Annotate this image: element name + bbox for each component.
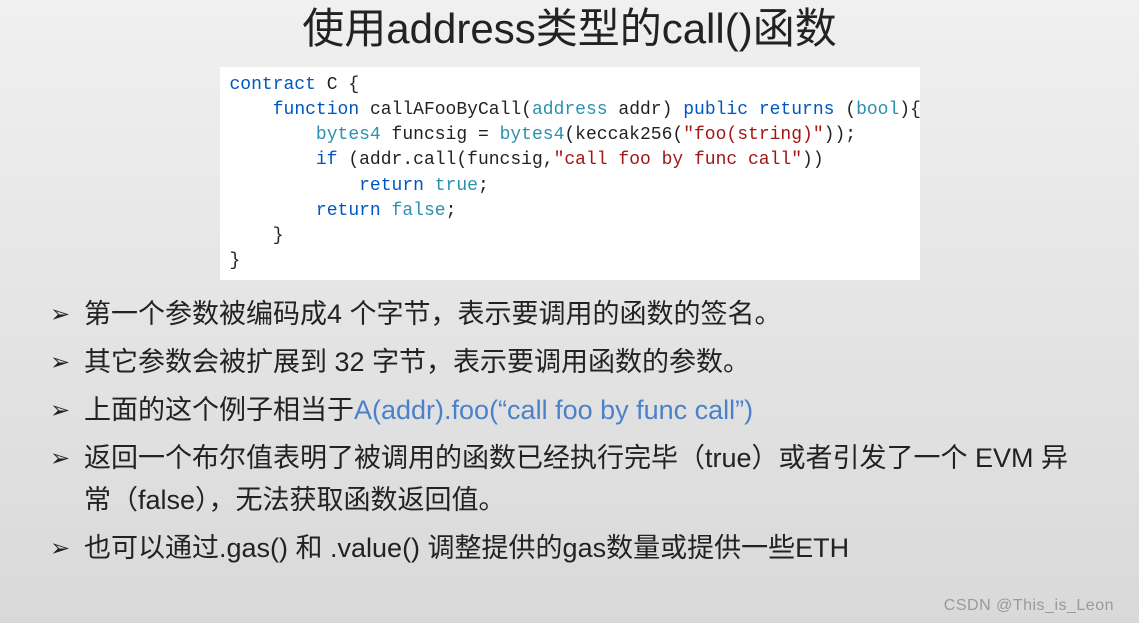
code-text: addr) — [608, 100, 684, 120]
code-text: } — [230, 251, 241, 271]
code-text: ; — [446, 201, 457, 221]
string-literal: "call foo by func call" — [554, 150, 802, 170]
bullet-item: ➢ 返回一个布尔值表明了被调用的函数已经执行完毕（true）或者引发了一个 EV… — [50, 438, 1089, 522]
string-literal: "foo(string)" — [683, 125, 823, 145]
bullet-marker-icon: ➢ — [50, 438, 84, 477]
type-bool: bool — [856, 100, 899, 120]
bullet-item: ➢ 其它参数会被扩展到 32 字节，表示要调用函数的参数。 — [50, 342, 1089, 384]
code-text: ; — [478, 176, 489, 196]
kw-return: return — [359, 176, 424, 196]
bullet-list: ➢ 第一个参数被编码成4 个字节，表示要调用的函数的签名。 ➢ 其它参数会被扩展… — [40, 294, 1099, 569]
bullet-text: 其它参数会被扩展到 32 字节，表示要调用函数的参数。 — [84, 342, 1089, 384]
bullet-text: 上面的这个例子相当于A(addr).foo(“call foo by func … — [84, 390, 1089, 432]
code-text: (keccak256( — [564, 125, 683, 145]
inline-code: A(addr).foo(“call foo by func call”) — [354, 395, 753, 425]
code-text: (addr.call(funcsig, — [338, 150, 554, 170]
bullet-text-prefix: 上面的这个例子相当于 — [84, 395, 354, 425]
type-bytes4: bytes4 — [500, 125, 565, 145]
bullet-marker-icon: ➢ — [50, 342, 84, 381]
code-text: } — [230, 226, 284, 246]
val-true: true — [435, 176, 478, 196]
bullet-text: 返回一个布尔值表明了被调用的函数已经执行完毕（true）或者引发了一个 EVM … — [84, 438, 1089, 522]
kw-if: if — [316, 150, 338, 170]
slide-title: 使用address类型的call()函数 — [40, 0, 1099, 59]
kw-returns: returns — [748, 100, 845, 120]
kw-return: return — [316, 201, 381, 221]
code-text: )); — [824, 125, 856, 145]
bullet-marker-icon: ➢ — [50, 390, 84, 429]
code-snippet: contract C { function callAFooByCall(add… — [220, 67, 920, 281]
bullet-marker-icon: ➢ — [50, 294, 84, 333]
bullet-item: ➢ 第一个参数被编码成4 个字节，表示要调用的函数的签名。 — [50, 294, 1089, 336]
kw-public: public — [683, 100, 748, 120]
code-text — [424, 176, 435, 196]
kw-contract: contract — [230, 75, 316, 95]
code-text: callAFooByCall( — [359, 100, 532, 120]
code-text: )) — [802, 150, 824, 170]
type-address: address — [532, 100, 608, 120]
kw-function: function — [273, 100, 359, 120]
bullet-item: ➢ 上面的这个例子相当于A(addr).foo(“call foo by fun… — [50, 390, 1089, 432]
code-text: C { — [316, 75, 359, 95]
code-text: funcsig = — [381, 125, 500, 145]
bullet-text: 也可以通过.gas() 和 .value() 调整提供的gas数量或提供一些ET… — [84, 528, 1089, 570]
slide: 使用address类型的call()函数 contract C { functi… — [0, 0, 1139, 623]
code-text: ( — [845, 100, 856, 120]
watermark: CSDN @This_is_Leon — [944, 597, 1114, 615]
val-false: false — [392, 201, 446, 221]
code-text: ){ — [899, 100, 921, 120]
type-bytes4: bytes4 — [316, 125, 381, 145]
bullet-marker-icon: ➢ — [50, 528, 84, 567]
bullet-text: 第一个参数被编码成4 个字节，表示要调用的函数的签名。 — [84, 294, 1089, 336]
bullet-item: ➢ 也可以通过.gas() 和 .value() 调整提供的gas数量或提供一些… — [50, 528, 1089, 570]
code-text — [381, 201, 392, 221]
